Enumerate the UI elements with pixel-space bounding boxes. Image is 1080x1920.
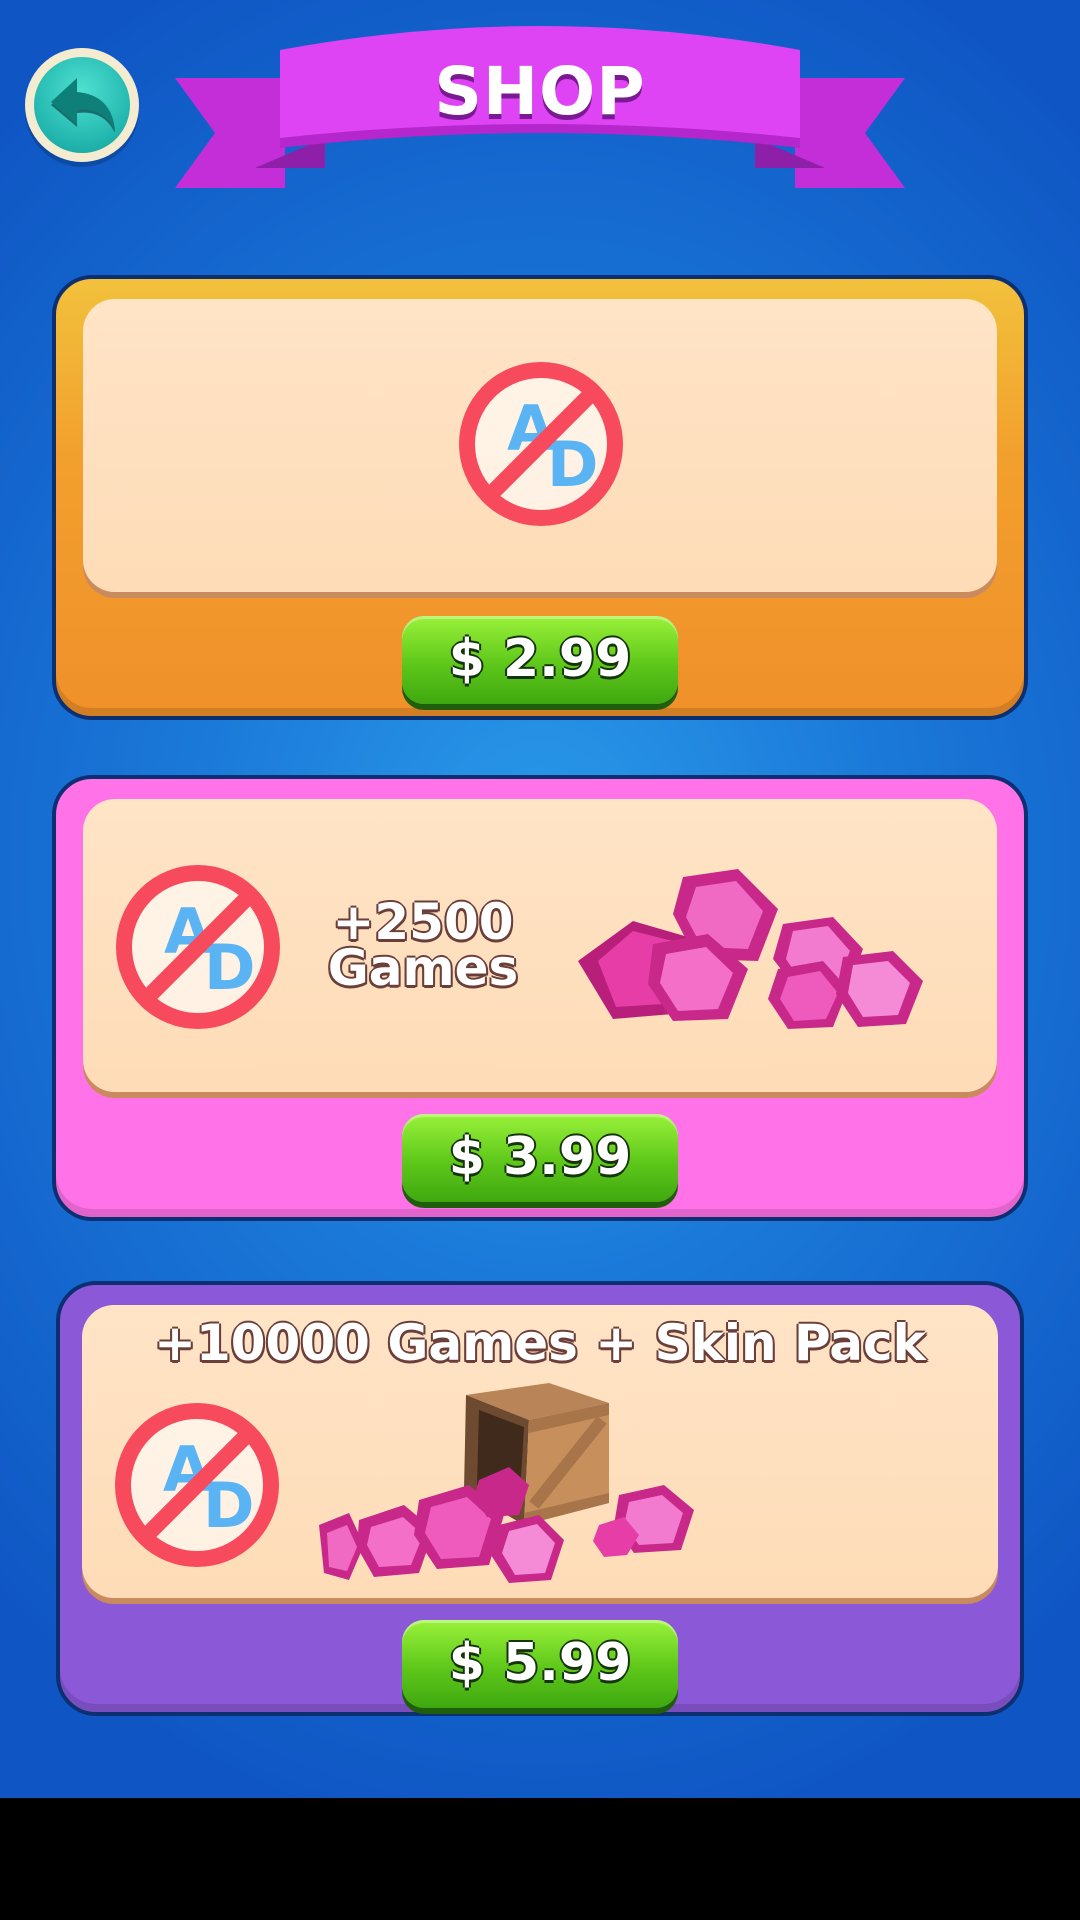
shop-screen: SHOP A D $ 2.99 A D +2500 Games $ 3.99 +… <box>0 0 1080 1798</box>
no-ads-icon: A D <box>115 1403 279 1567</box>
back-arrow-icon <box>51 78 115 133</box>
buy-button-5-99[interactable]: $ 5.99 <box>402 1620 678 1708</box>
offer-description: +2500 Games <box>303 897 543 997</box>
system-nav-bar <box>0 1798 1080 1920</box>
no-ads-icon: A D <box>459 362 623 526</box>
buy-button-3-99[interactable]: $ 3.99 <box>402 1114 678 1202</box>
back-button[interactable] <box>25 48 139 162</box>
page-title: SHOP <box>434 53 646 130</box>
shop-banner: SHOP <box>175 18 905 193</box>
offer-card-no-ads-games-skins[interactable]: +10000 Games + Skin Pack A D $ 5.99 <box>56 1281 1024 1716</box>
offer-panel: A D +2500 Games <box>83 799 997 1092</box>
offer-description: +10000 Games + Skin Pack <box>154 1314 926 1372</box>
gems-pile-icon <box>578 869 923 1029</box>
crate-with-gems-icon <box>319 1383 694 1583</box>
offer-card-no-ads-games[interactable]: A D +2500 Games $ 3.99 <box>52 775 1028 1221</box>
no-ads-icon: A D <box>116 865 280 1029</box>
offer-card-no-ads[interactable]: A D $ 2.99 <box>52 275 1028 720</box>
offer-panel: A D <box>83 299 997 592</box>
offer-panel: +10000 Games + Skin Pack A D <box>82 1305 998 1598</box>
buy-button-2-99[interactable]: $ 2.99 <box>402 616 678 704</box>
games-label: Games <box>327 939 519 997</box>
